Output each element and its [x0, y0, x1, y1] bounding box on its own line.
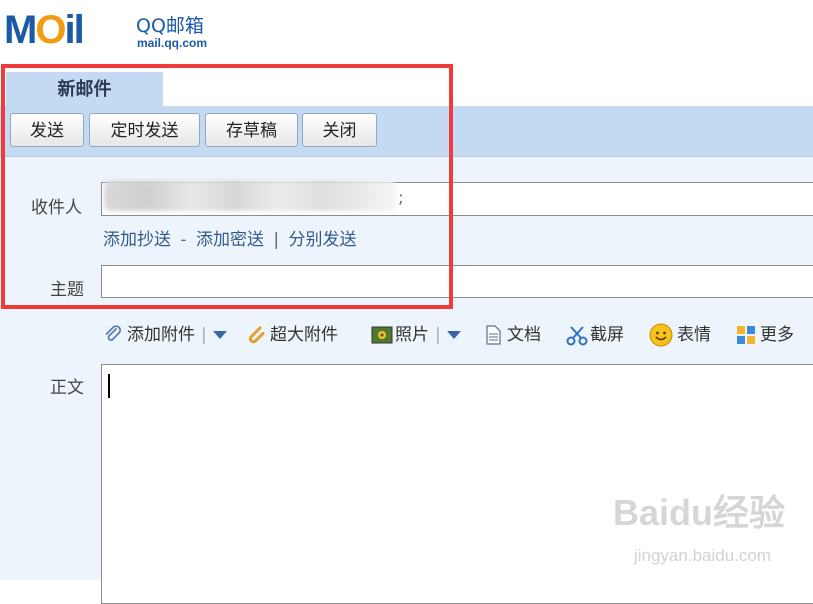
- large-attachment-icon: [246, 325, 266, 345]
- large-attachment-label: 超大附件: [270, 325, 338, 345]
- text-caret: [108, 374, 110, 398]
- qqmail-logo[interactable]: MOil QQ邮箱 mail.qq.com: [0, 0, 260, 62]
- apps-grid-icon: [736, 325, 756, 345]
- photo-label: 照片: [395, 325, 429, 345]
- more-label: 更多: [760, 325, 794, 345]
- more-button[interactable]: 更多: [736, 322, 794, 348]
- dropdown-divider: |: [435, 325, 441, 345]
- photo-button[interactable]: 照片 |: [371, 322, 461, 348]
- photo-icon: [371, 325, 393, 345]
- document-label: 文档: [507, 325, 541, 345]
- emoji-button[interactable]: 表情: [649, 322, 711, 348]
- highlight-box: [1, 64, 453, 309]
- screenshot-button[interactable]: 截屏: [566, 322, 624, 348]
- chevron-down-icon[interactable]: [212, 331, 227, 339]
- watermark-logo: Baidu经验: [612, 492, 785, 533]
- large-attachment-button[interactable]: 超大附件: [246, 322, 338, 348]
- watermark-url: jingyan.baidu.com: [633, 546, 771, 565]
- emoji-label: 表情: [677, 325, 711, 345]
- add-attachment-label: 添加附件: [127, 325, 195, 345]
- logo-mark: MOil: [4, 8, 85, 52]
- paperclip-icon: [103, 325, 123, 345]
- document-icon: [483, 325, 503, 345]
- smiley-icon: [649, 323, 673, 347]
- scissors-icon: [566, 325, 588, 346]
- logo-url: mail.qq.com: [137, 36, 208, 50]
- add-attachment-button[interactable]: 添加附件 |: [103, 322, 227, 348]
- screenshot-label: 截屏: [590, 325, 624, 345]
- document-button[interactable]: 文档: [483, 322, 541, 348]
- body-label: 正文: [50, 378, 84, 398]
- logo-brand: QQ邮箱: [136, 15, 204, 37]
- chevron-down-icon[interactable]: [446, 331, 461, 339]
- dropdown-divider: |: [201, 325, 207, 345]
